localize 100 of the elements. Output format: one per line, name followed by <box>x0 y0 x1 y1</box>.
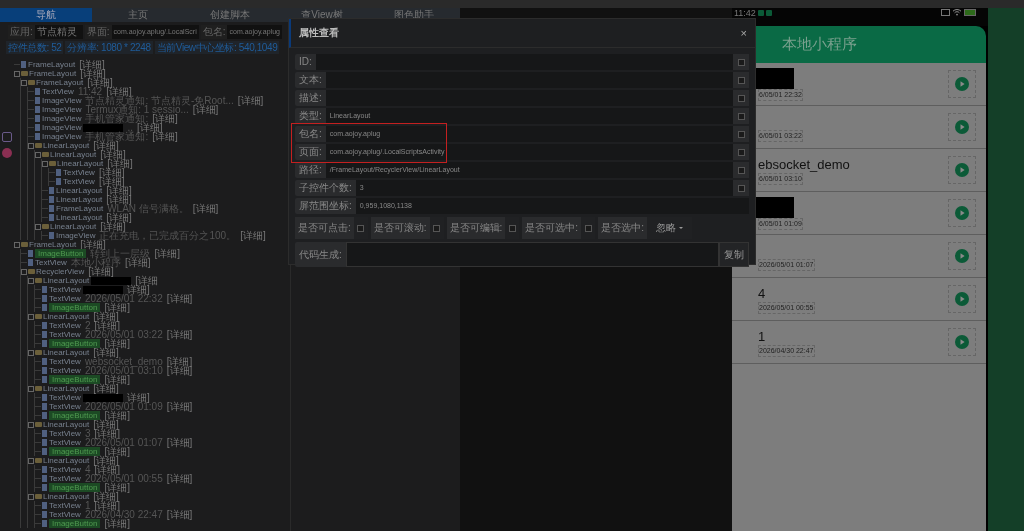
collapse-icon[interactable] <box>28 457 34 464</box>
code-textarea[interactable] <box>345 242 719 267</box>
checkbox[interactable] <box>737 94 745 102</box>
folder-icon <box>35 350 42 355</box>
detail-link[interactable]: [详细] <box>166 438 193 447</box>
app-title: 本地小程序 <box>782 35 857 54</box>
node-type: LinearLayout <box>43 456 90 465</box>
run-button[interactable] <box>948 285 976 313</box>
node-type: FrameLayout <box>29 240 77 249</box>
run-button[interactable] <box>948 156 976 184</box>
detail-link[interactable]: [详细] <box>93 141 119 150</box>
node-type: TextView <box>49 357 81 366</box>
detail-link[interactable]: [详细] <box>104 375 130 384</box>
folder-icon <box>42 224 49 229</box>
collapse-icon[interactable] <box>28 421 34 428</box>
detail-link[interactable]: [详细] <box>104 411 130 420</box>
detail-link[interactable]: [详细] <box>104 483 130 492</box>
detail-link[interactable]: [详细] <box>137 123 163 132</box>
detail-link[interactable]: [详细] <box>88 267 114 276</box>
detail-link[interactable]: [详细] <box>94 465 120 474</box>
detail-link[interactable]: [详细] <box>192 204 219 213</box>
collapse-icon[interactable] <box>14 241 20 248</box>
node-type: TextView <box>49 510 81 519</box>
run-button[interactable] <box>948 113 976 141</box>
field-label: 是否可编辑: <box>448 221 504 235</box>
detail-link[interactable]: [详细] <box>166 510 193 519</box>
detail-link[interactable]: 详细] <box>126 393 150 402</box>
checkbox[interactable] <box>737 112 745 120</box>
node-type: TextView <box>49 294 81 303</box>
node-type: TextView <box>49 402 81 411</box>
checkbox[interactable] <box>737 76 745 84</box>
detail-link[interactable]: [详细] <box>166 294 193 303</box>
detail-link[interactable]: [详细] <box>166 474 193 483</box>
detail-link[interactable]: [详细] <box>104 303 130 312</box>
collapse-icon[interactable] <box>28 313 34 320</box>
collapse-icon[interactable] <box>28 349 34 356</box>
detail-link[interactable]: [详细] <box>94 321 120 330</box>
checkbox[interactable] <box>357 224 365 232</box>
run-button[interactable] <box>948 242 976 270</box>
detail-link[interactable]: [详细] <box>192 105 219 114</box>
detail-link[interactable]: [详细] <box>106 87 132 96</box>
detail-link[interactable]: [详细] <box>104 339 130 348</box>
detail-link[interactable]: [详细] <box>107 159 133 168</box>
detail-link[interactable]: [详细] <box>93 348 119 357</box>
detail-link[interactable]: [详细] <box>104 519 130 528</box>
detail-link[interactable]: [详细] <box>94 501 120 510</box>
tab[interactable]: 导航 <box>0 8 92 22</box>
checkbox[interactable] <box>737 130 745 138</box>
detail-link[interactable]: [详细] <box>93 420 119 429</box>
badge-icon[interactable] <box>2 148 12 158</box>
field-label: 屏范围坐标: <box>295 198 356 214</box>
detail-link[interactable]: [详细] <box>98 168 125 177</box>
detail-link[interactable]: [详细] <box>100 150 126 159</box>
checkbox[interactable] <box>433 224 441 232</box>
checkbox[interactable] <box>737 184 745 192</box>
detail-link[interactable]: [详细] <box>166 357 193 366</box>
run-button[interactable] <box>948 70 976 98</box>
detail-link[interactable]: [详细] <box>166 402 193 411</box>
detail-link[interactable]: [详细] <box>93 492 119 501</box>
detail-link[interactable]: [详细] <box>98 177 125 186</box>
clock-text: 11:42 <box>734 8 756 18</box>
checkbox[interactable] <box>508 224 516 232</box>
detail-link[interactable]: 详细] <box>126 285 150 294</box>
detail-link[interactable]: [详细 <box>135 276 159 285</box>
detail-link[interactable]: [详细] <box>152 132 178 141</box>
copy-button[interactable]: 复制 <box>719 242 749 267</box>
detail-link[interactable]: [详细] <box>104 447 130 456</box>
detail-link[interactable]: [详细] <box>240 231 266 240</box>
detail-link[interactable]: [详细] <box>166 330 193 339</box>
tab[interactable]: 主页 <box>92 8 184 22</box>
checkbox[interactable] <box>737 148 745 156</box>
detail-link[interactable]: [详细] <box>237 96 264 105</box>
detail-link[interactable]: [详细] <box>93 456 119 465</box>
play-icon <box>955 292 969 306</box>
detail-link[interactable]: [详细] <box>154 249 180 258</box>
detail-link[interactable]: [详细] <box>152 114 178 123</box>
tab[interactable]: 创建脚本 <box>184 8 276 22</box>
collapse-icon[interactable] <box>35 223 41 230</box>
detail-link[interactable]: [详细] <box>124 258 151 267</box>
node-type: FrameLayout <box>56 204 104 213</box>
detail-link[interactable]: [详细] <box>106 213 132 222</box>
checkbox[interactable] <box>584 224 592 232</box>
play-icon <box>955 206 969 220</box>
collapse-icon[interactable] <box>28 385 34 392</box>
dropdown[interactable]: 忽略 <box>646 217 692 239</box>
detail-link[interactable]: [详细] <box>94 429 120 438</box>
detail-link[interactable]: [详细] <box>93 384 119 393</box>
detail-link[interactable]: [详细] <box>87 78 113 87</box>
close-button[interactable]: × <box>740 27 747 39</box>
run-button[interactable] <box>948 328 976 356</box>
collapse-icon[interactable] <box>28 493 34 500</box>
node-type: ImageButton <box>49 303 101 312</box>
detail-link[interactable]: [详细] <box>166 366 193 375</box>
detail-link[interactable]: [详细] <box>93 312 119 321</box>
run-button[interactable] <box>948 199 976 227</box>
field-label: 文本: <box>295 72 326 88</box>
checkbox[interactable] <box>737 58 745 66</box>
toggle-icon[interactable] <box>2 132 12 142</box>
checkbox[interactable] <box>737 166 745 174</box>
input-field[interactable]: 节点精灵 <box>34 25 83 39</box>
